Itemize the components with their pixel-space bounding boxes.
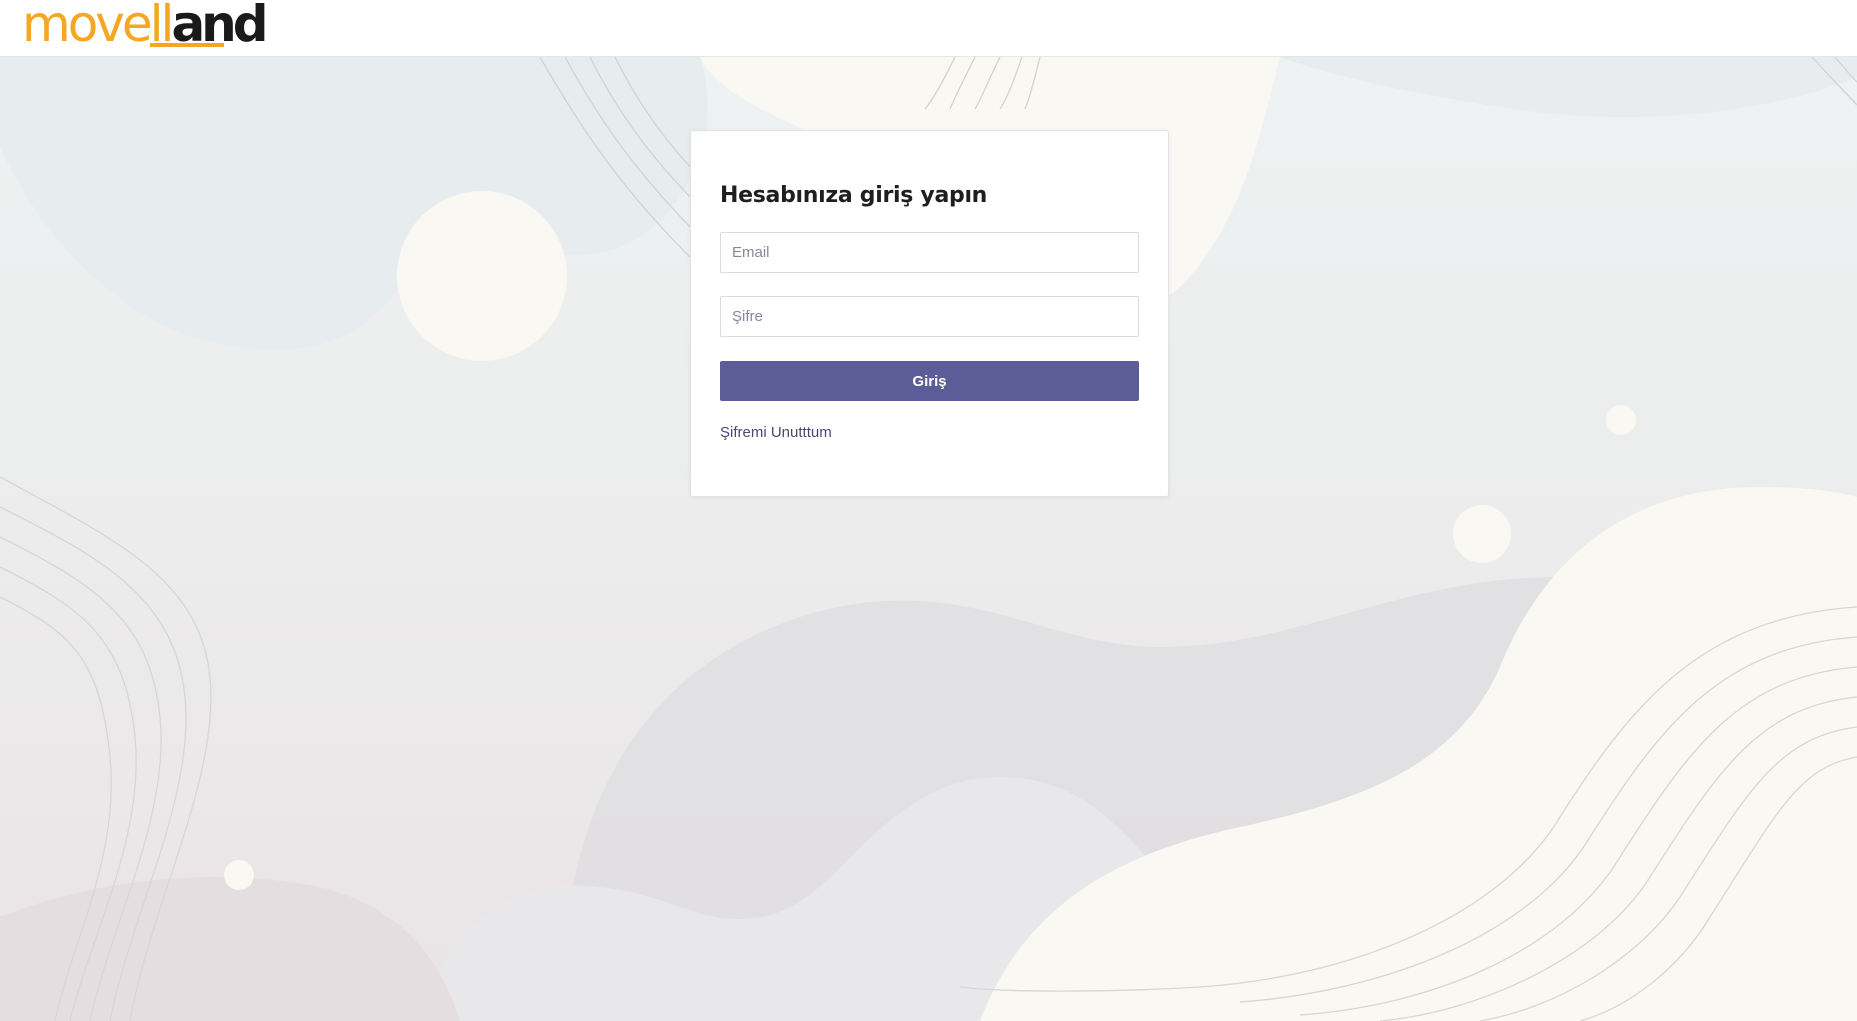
login-button[interactable]: Giriş	[720, 361, 1139, 401]
top-bar: movelland	[0, 0, 1857, 57]
forgot-password-link[interactable]: Şifremi Unutttum	[720, 424, 832, 441]
login-card: Hesabınıza giriş yapın Giriş Şifremi Unu…	[690, 130, 1169, 497]
logo-underline	[150, 43, 224, 47]
password-input[interactable]	[720, 296, 1139, 337]
movelland-logo[interactable]: movelland	[22, 0, 269, 50]
email-input[interactable]	[720, 232, 1139, 273]
login-title: Hesabınıza giriş yapın	[720, 183, 988, 208]
